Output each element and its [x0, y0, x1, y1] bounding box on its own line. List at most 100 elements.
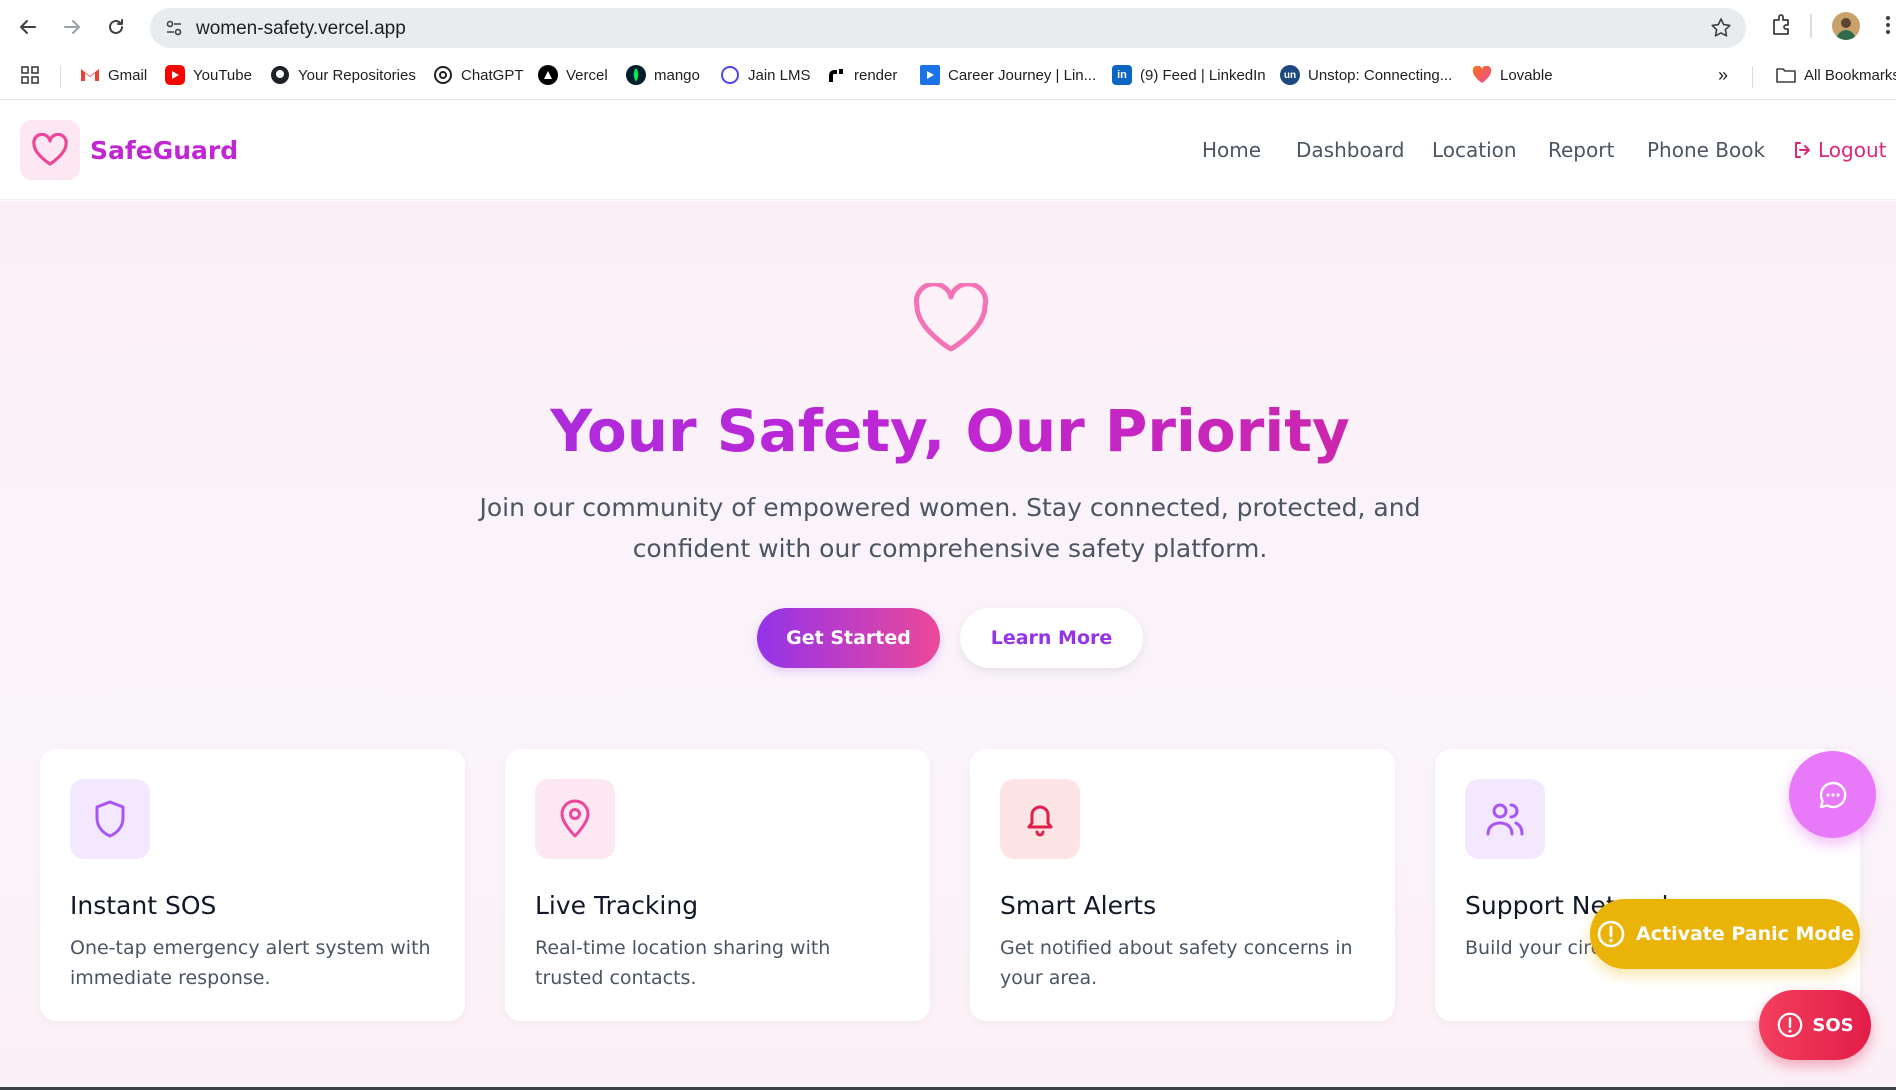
bookmark-label: All Bookmarks [1804, 66, 1896, 84]
hero-subtitle: Join our community of empowered women. S… [479, 493, 1421, 563]
play-icon [920, 65, 940, 85]
reload-button[interactable] [100, 11, 132, 43]
bookmark-label: mango [654, 66, 700, 84]
bookmark-github[interactable]: Your Repositories [270, 65, 416, 85]
heart-logo-icon [32, 133, 68, 166]
nav-home[interactable]: Home [1202, 138, 1261, 162]
url-text[interactable]: women-safety.vercel.app [196, 18, 406, 40]
feature-card-smart-alerts[interactable]: Smart Alerts Get notified about safety c… [970, 749, 1395, 1021]
bookmark-gmail[interactable]: Gmail [80, 65, 147, 85]
map-pin-icon [560, 799, 590, 838]
all-bookmarks-button[interactable]: All Bookmarks [1776, 65, 1896, 85]
profile-avatar[interactable] [1832, 12, 1860, 40]
heart-icon [913, 283, 989, 352]
feature-icon-box [1000, 779, 1080, 859]
bookmark-label: Unstop: Connecting... [1308, 66, 1453, 84]
bookmark-render[interactable]: render [826, 65, 897, 85]
bookmark-label: (9) Feed | LinkedIn [1140, 66, 1266, 84]
reload-icon [109, 19, 123, 34]
sos-button[interactable]: SOS [1759, 990, 1871, 1060]
bookmark-career-journey[interactable]: Career Journey | Lin... [920, 65, 1096, 85]
feature-description: Get notified about safety concerns in yo… [1000, 937, 1353, 989]
apps-grid-icon[interactable] [20, 65, 40, 85]
back-button[interactable] [12, 11, 44, 43]
feature-description: Real-time location sharing with trusted … [535, 937, 831, 989]
browser-toolbar: women-safety.vercel.app [0, 0, 1896, 54]
shield-icon [95, 800, 125, 838]
chat-button[interactable] [1789, 751, 1876, 838]
bookmark-label: Lovable [1500, 66, 1553, 84]
chatgpt-icon [433, 65, 453, 85]
bookmark-jain-lms[interactable]: Jain LMS [720, 65, 811, 85]
learn-more-button[interactable]: Learn More [960, 608, 1143, 668]
feature-icon-box [70, 779, 150, 859]
bookmark-label: Career Journey | Lin... [948, 66, 1097, 84]
nav-phone-book[interactable]: Phone Book [1647, 138, 1765, 162]
circle-icon [720, 65, 740, 85]
mongodb-icon [626, 65, 646, 85]
bookmark-chatgpt[interactable]: ChatGPT [433, 65, 524, 85]
feature-card-instant-sos[interactable]: Instant SOS One-tap emergency alert syst… [40, 749, 465, 1021]
sos-label: SOS [1812, 1014, 1854, 1036]
toolbar-divider [1810, 14, 1812, 38]
arrow-left-icon [20, 20, 36, 34]
bookmark-label: Vercel [566, 66, 608, 84]
unstop-icon: un [1280, 65, 1300, 85]
logout-icon [1795, 142, 1810, 158]
nav-report[interactable]: Report [1548, 138, 1614, 162]
bookmark-youtube[interactable]: YouTube [165, 65, 252, 85]
feature-icon-box [1465, 779, 1545, 859]
bookmark-linkedin[interactable]: in (9) Feed | LinkedIn [1112, 65, 1266, 85]
bell-icon [1027, 805, 1053, 837]
bookmark-label: YouTube [193, 66, 252, 84]
bookmarks-divider [60, 66, 61, 88]
browser-menu-icon[interactable] [1884, 12, 1892, 43]
feature-icon-box [535, 779, 615, 859]
logout-label: Logout [1818, 138, 1887, 162]
bookmarks-divider [1752, 66, 1753, 88]
nav-dashboard[interactable]: Dashboard [1296, 138, 1405, 162]
lovable-heart-icon [1472, 65, 1492, 85]
hero-title: Your Safety, Our Priority [0, 397, 1896, 465]
bookmark-lovable[interactable]: Lovable [1472, 65, 1553, 85]
bookmarks-bar: Gmail YouTube Your Repositories ChatGPT … [0, 54, 1896, 100]
bookmark-label: render [854, 66, 898, 84]
bookmark-mango[interactable]: mango [626, 65, 700, 85]
get-started-button[interactable]: Get Started [757, 608, 940, 668]
youtube-icon [165, 65, 185, 85]
more-bookmarks-button[interactable]: » [1718, 65, 1728, 86]
feature-title: Smart Alerts [1000, 891, 1157, 920]
activate-panic-mode-button[interactable]: Activate Panic Mode [1590, 899, 1860, 969]
feature-title: Live Tracking [535, 891, 699, 920]
github-icon [270, 65, 290, 85]
gmail-icon [80, 65, 100, 85]
bookmark-label: Jain LMS [748, 66, 811, 84]
logout-button[interactable]: Logout [1792, 138, 1886, 162]
nav-location[interactable]: Location [1432, 138, 1517, 162]
feature-card-live-tracking[interactable]: Live Tracking Real-time location sharing… [505, 749, 930, 1021]
bookmark-label: Your Repositories [298, 66, 416, 84]
site-settings-icon[interactable] [164, 18, 184, 43]
render-icon [826, 65, 846, 85]
panic-label: Activate Panic Mode [1636, 923, 1854, 945]
forward-button[interactable] [56, 11, 88, 43]
bookmark-label: ChatGPT [461, 66, 524, 84]
folder-icon [1776, 65, 1796, 85]
chat-bubble-icon [1819, 781, 1846, 808]
users-icon [1486, 803, 1524, 836]
feature-description: One-tap emergency alert system with imme… [70, 937, 431, 989]
logo[interactable] [20, 120, 80, 180]
bookmark-unstop[interactable]: un Unstop: Connecting... [1280, 65, 1452, 85]
feature-title: Instant SOS [70, 891, 217, 920]
brand-name[interactable]: SafeGuard [90, 136, 238, 165]
alert-circle-icon [1778, 1012, 1803, 1038]
address-bar[interactable]: women-safety.vercel.app [150, 8, 1746, 48]
arrow-right-icon [64, 20, 80, 34]
bookmark-vercel[interactable]: Vercel [538, 65, 608, 85]
alert-circle-icon [1597, 920, 1625, 948]
extensions-icon[interactable] [1768, 12, 1794, 43]
linkedin-icon: in [1112, 65, 1132, 85]
vercel-icon [538, 65, 558, 85]
bookmark-label: Gmail [108, 66, 148, 84]
bookmark-star-icon[interactable] [1710, 17, 1732, 44]
